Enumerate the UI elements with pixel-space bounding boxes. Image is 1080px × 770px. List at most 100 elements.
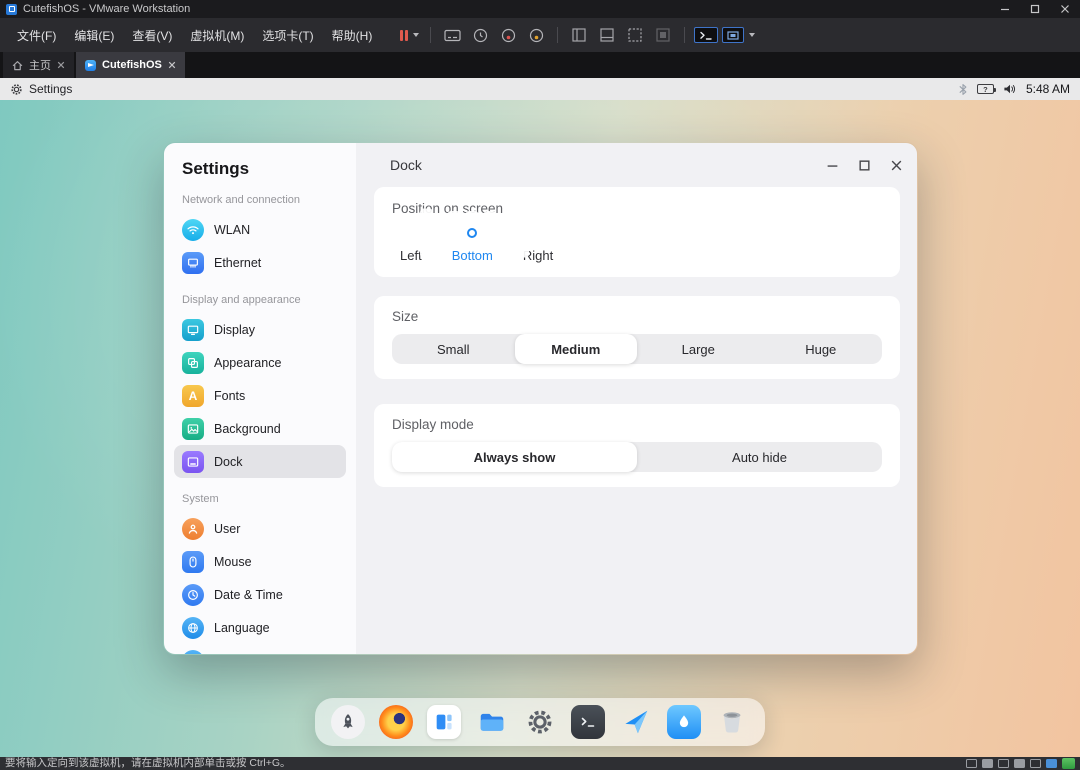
settings-gear-icon <box>10 83 23 96</box>
hard-disk-icon[interactable] <box>966 759 977 768</box>
tab-cutefishos[interactable]: CutefishOS <box>76 52 185 78</box>
position-option-right[interactable]: Right <box>523 228 553 263</box>
menu-tabs[interactable]: 选项卡(T) <box>253 21 322 50</box>
sidebar-item-appearance[interactable]: Appearance <box>174 346 346 379</box>
vmware-minimize-button[interactable] <box>990 0 1020 18</box>
fullscreen-button[interactable] <box>722 23 755 47</box>
settings-gear-icon[interactable] <box>523 705 557 739</box>
vmware-logo-icon <box>6 4 17 15</box>
display-mode-option-auto-hide[interactable]: Auto hide <box>637 442 882 472</box>
tab-close-icon[interactable] <box>168 61 176 69</box>
display-mode-segmented-control: Always show Auto hide <box>392 442 882 472</box>
sidebar-item-fonts[interactable]: A Fonts <box>174 379 346 412</box>
printer-icon[interactable] <box>1046 759 1057 768</box>
settings-window: Settings Network and connection WLAN Eth… <box>163 142 918 655</box>
ethernet-icon <box>182 252 204 274</box>
vmware-titlebar: CutefishOS - VMware Workstation <box>0 0 1080 18</box>
clock-text[interactable]: 5:48 AM <box>1026 82 1070 96</box>
sidebar-item-partial[interactable] <box>174 644 346 654</box>
size-option-medium[interactable]: Medium <box>515 334 638 364</box>
position-option-left[interactable]: Left <box>400 228 422 263</box>
color-picker-icon[interactable] <box>667 705 701 739</box>
sidebar-item-ethernet[interactable]: Ethernet <box>174 246 346 279</box>
menu-edit[interactable]: 编辑(E) <box>65 21 123 50</box>
mouse-icon <box>182 551 204 573</box>
sidebar-item-display[interactable]: Display <box>174 313 346 346</box>
unity-view-button[interactable] <box>651 23 675 47</box>
topbar-app-title: Settings <box>29 82 72 96</box>
snapshot-revert-button[interactable] <box>496 23 520 47</box>
file-manager-icon[interactable] <box>475 705 509 739</box>
globe-icon <box>182 617 204 639</box>
sidebar-item-label: Display <box>214 323 255 337</box>
battery-icon[interactable]: ? <box>977 84 994 94</box>
size-option-large[interactable]: Large <box>637 334 760 364</box>
tab-close-icon[interactable] <box>57 61 65 69</box>
console-view-button[interactable] <box>623 23 647 47</box>
chevron-down-icon[interactable] <box>749 33 755 37</box>
firefox-icon[interactable] <box>379 705 413 739</box>
vmware-menubar: 文件(F) 编辑(E) 查看(V) 虚拟机(M) 选项卡(T) 帮助(H) <box>0 18 1080 52</box>
settings-close-button[interactable] <box>887 156 905 174</box>
network-adapter-icon[interactable] <box>998 759 1009 768</box>
desktop[interactable]: Settings Network and connection WLAN Eth… <box>0 100 1080 757</box>
monitor-icon <box>182 319 204 341</box>
settings-minimize-button[interactable] <box>823 156 841 174</box>
vmware-close-button[interactable] <box>1050 0 1080 18</box>
display-mode-option-always-show[interactable]: Always show <box>392 442 637 472</box>
position-option-label: Bottom <box>452 248 493 263</box>
tab-cutefishos-label: CutefishOS <box>102 59 162 71</box>
cdrom-icon[interactable] <box>982 759 993 768</box>
position-option-label: Left <box>400 248 422 263</box>
size-card-title: Size <box>392 309 882 324</box>
sidebar-item-dock[interactable]: Dock <box>174 445 346 478</box>
sidebar-item-datetime[interactable]: Date & Time <box>174 578 346 611</box>
battery-status-glyph: ? <box>983 85 988 94</box>
thumbnail-bar-button[interactable] <box>595 23 619 47</box>
sidebar-item-mouse[interactable]: Mouse <box>174 545 346 578</box>
menu-help[interactable]: 帮助(H) <box>323 21 382 50</box>
cutefish-logo-icon[interactable] <box>619 705 653 739</box>
vm-screen: Settings ? 5:48 AM Settings Network and … <box>0 78 1080 757</box>
launcher-icon[interactable] <box>331 705 365 739</box>
sidebar-item-user[interactable]: User <box>174 512 346 545</box>
vmware-tools-icon[interactable] <box>1062 758 1075 769</box>
library-panel-button[interactable] <box>567 23 591 47</box>
sidebar-item-wlan[interactable]: WLAN <box>174 213 346 246</box>
volume-icon[interactable] <box>1003 83 1017 95</box>
sidebar-item-language[interactable]: Language <box>174 611 346 644</box>
chevron-down-icon[interactable] <box>413 33 419 37</box>
menu-vm[interactable]: 虚拟机(M) <box>181 21 253 50</box>
dock <box>315 698 765 746</box>
sidebar-item-label: Background <box>214 422 281 436</box>
settings-sidebar: Settings Network and connection WLAN Eth… <box>164 143 356 654</box>
snapshot-manager-button[interactable] <box>524 23 548 47</box>
tab-home[interactable]: 主页 <box>3 52 74 78</box>
vmware-maximize-button[interactable] <box>1020 0 1050 18</box>
usb-icon[interactable] <box>1014 759 1025 768</box>
font-icon: A <box>182 385 204 407</box>
sidebar-item-label: Date & Time <box>214 588 283 602</box>
size-option-huge[interactable]: Huge <box>760 334 883 364</box>
sidebar-item-background[interactable]: Background <box>174 412 346 445</box>
menu-file[interactable]: 文件(F) <box>8 21 65 50</box>
bluetooth-icon[interactable] <box>958 83 968 96</box>
open-terminal-button[interactable] <box>694 27 718 43</box>
settings-maximize-button[interactable] <box>855 156 873 174</box>
sound-icon[interactable] <box>1030 759 1041 768</box>
window-title: CutefishOS - VMware Workstation <box>23 3 190 15</box>
terminal-icon[interactable] <box>571 705 605 739</box>
sidebar-section-display: Display and appearance <box>182 294 356 306</box>
sidebar-item-label: WLAN <box>214 223 250 237</box>
size-card: Size Small Medium Large Huge <box>374 296 900 379</box>
ctrl-alt-del-button[interactable] <box>440 23 464 47</box>
size-option-small[interactable]: Small <box>392 334 515 364</box>
menu-view[interactable]: 查看(V) <box>123 21 181 50</box>
suspend-button[interactable] <box>397 23 421 47</box>
widgets-app-icon[interactable] <box>427 705 461 739</box>
home-icon <box>12 60 23 71</box>
vmware-tabstrip: 主页 CutefishOS <box>0 52 1080 78</box>
position-option-bottom[interactable]: Bottom <box>452 228 493 263</box>
trash-icon[interactable] <box>715 705 749 739</box>
snapshot-take-button[interactable] <box>468 23 492 47</box>
